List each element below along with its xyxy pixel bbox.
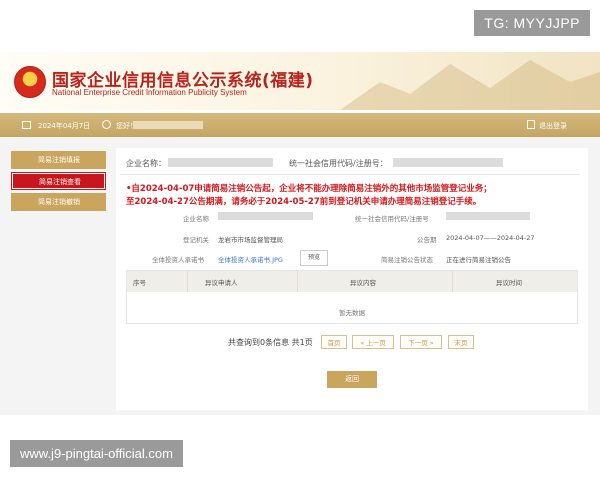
col-separator — [452, 271, 453, 292]
col-separator — [297, 271, 298, 292]
logout-icon[interactable] — [527, 120, 535, 129]
calendar-icon — [22, 121, 31, 129]
table-empty-text: 暂无数据 — [339, 309, 365, 317]
username-redacted — [133, 121, 203, 129]
detail-status-value: 正在进行简易注销公告 — [446, 256, 511, 264]
commitment-file-link[interactable]: 全体投资人承诺书.JPG — [218, 254, 283, 264]
sidebar-item-fill[interactable]: 简易注销填报 — [11, 151, 106, 169]
detail-credit-code-redacted — [446, 212, 530, 220]
last-page-button[interactable]: 末页 — [448, 335, 474, 349]
current-date: 2024年04月7日 — [38, 122, 91, 130]
company-name-redacted — [168, 158, 273, 167]
detail-company-redacted — [218, 212, 313, 220]
watermark-bottom: www.j9-pingtai-official.com — [10, 440, 183, 467]
logout-link[interactable]: 退出登录 — [539, 121, 567, 131]
national-emblem-icon — [14, 66, 46, 98]
detail-authority-value: 龙岩市市场监督管理局 — [218, 236, 283, 244]
back-button[interactable]: 返回 — [327, 371, 377, 388]
credit-code-label: 统一社会信用代码/注册号： — [289, 159, 388, 168]
notice-line-2: 至2024-04-27公告期满，请务必于2024-05-27前到登记机关申请办理… — [126, 197, 482, 207]
col-index: 序号 — [133, 279, 146, 287]
detail-authority-label: 登记机关 — [183, 236, 209, 244]
site-subtitle: National Enterprise Credit Information P… — [52, 88, 247, 97]
detail-status-label: 简易注销公告状态 — [381, 256, 433, 264]
objection-table: 序号 异议申请人 异议内容 异议时间 暂无数据 — [126, 270, 578, 324]
top-bar: 2024年04月7日 您好！ 退出登录 — [0, 113, 600, 137]
detail-period-value: 2024-04-07——2024-04-27 — [446, 234, 535, 242]
preview-button[interactable]: 预览 — [300, 250, 328, 266]
detail-commitment-label: 全体投资人承诺书 — [152, 256, 204, 264]
col-content: 异议内容 — [350, 279, 376, 287]
first-page-button[interactable]: 首页 — [321, 335, 347, 349]
col-time: 异议时间 — [496, 279, 522, 287]
sidebar-item-revoke[interactable]: 简易注销撤销 — [11, 193, 106, 211]
table-header: 序号 异议申请人 异议内容 异议时间 — [127, 271, 577, 292]
sidebar-item-view[interactable]: 简易注销查看 — [11, 172, 106, 190]
detail-period-label: 公告期 — [417, 236, 437, 244]
divider — [120, 174, 580, 175]
next-page-button[interactable]: 下一页 » — [400, 335, 442, 349]
pagination-info: 共查询到0条信息 共1页 — [228, 338, 313, 347]
col-separator — [187, 271, 188, 292]
col-applicant: 异议申请人 — [205, 279, 238, 287]
detail-company-label: 企业名称 — [183, 215, 209, 223]
mountain-decoration — [340, 60, 600, 110]
notice-line-1: •自2024-04-07申请简易注销公告起，企业将不能办理除简易注销外的其他市场… — [126, 184, 492, 194]
notice-text: •自2024-04-07申请简易注销公告起，企业将不能办理除简易注销外的其他市场… — [126, 183, 578, 209]
prev-page-button[interactable]: « 上一页 — [352, 335, 394, 349]
detail-credit-code-label: 统一社会信用代码/注册号 — [355, 215, 429, 223]
company-name-label: 企业名称： — [126, 159, 166, 168]
watermark-top: TG: MYYJJPP — [474, 10, 590, 36]
credit-code-redacted — [393, 158, 503, 167]
user-icon — [102, 120, 111, 129]
